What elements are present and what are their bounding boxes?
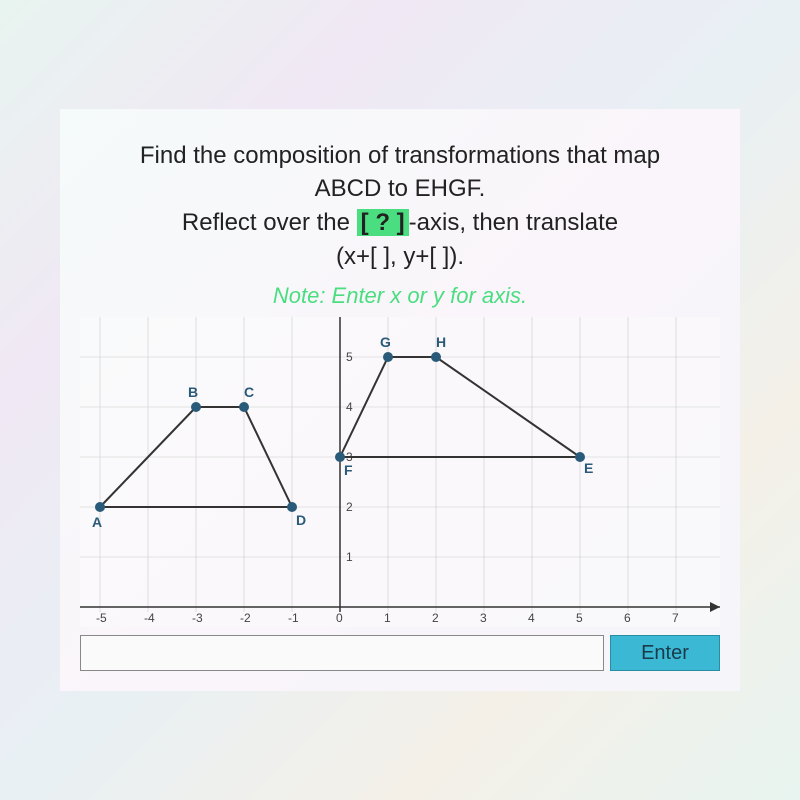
graph-svg: -5-4-3-2-10123456712345 A B C D G H F E: [80, 317, 720, 627]
label-a: A: [92, 514, 102, 530]
point-d: [287, 502, 297, 512]
svg-text:5: 5: [346, 350, 353, 364]
q-line4: (x+[ ], y+[ ]).: [336, 243, 464, 270]
svg-text:1: 1: [384, 611, 391, 625]
x-axis-arrow: [710, 602, 720, 612]
q-line3-pre: Reflect over the: [182, 209, 357, 236]
svg-text:4: 4: [346, 400, 353, 414]
svg-text:3: 3: [480, 611, 487, 625]
enter-button[interactable]: Enter: [610, 635, 720, 671]
svg-text:5: 5: [576, 611, 583, 625]
svg-text:7: 7: [672, 611, 679, 625]
svg-text:-3: -3: [192, 611, 203, 625]
svg-text:-4: -4: [144, 611, 155, 625]
label-g: G: [380, 334, 391, 350]
svg-text:1: 1: [346, 550, 353, 564]
label-b: B: [188, 384, 198, 400]
q-line3-post: -axis, then translate: [409, 209, 618, 236]
label-f: F: [344, 462, 353, 478]
q-line2: ABCD to EHGF.: [315, 175, 486, 202]
svg-text:2: 2: [432, 611, 439, 625]
svg-text:6: 6: [624, 611, 631, 625]
point-g: [383, 352, 393, 362]
answer-bar: Enter: [80, 635, 720, 671]
label-h: H: [436, 334, 446, 350]
svg-text:-2: -2: [240, 611, 251, 625]
point-c: [239, 402, 249, 412]
svg-text:4: 4: [528, 611, 535, 625]
svg-text:-5: -5: [96, 611, 107, 625]
label-d: D: [296, 512, 306, 528]
q-blank-axis: [ ? ]: [357, 209, 409, 236]
label-c: C: [244, 384, 254, 400]
coordinate-graph: -5-4-3-2-10123456712345 A B C D G H F E: [80, 317, 720, 627]
svg-text:2: 2: [346, 500, 353, 514]
axis-labels: -5-4-3-2-10123456712345: [96, 350, 679, 625]
point-a: [95, 502, 105, 512]
point-f: [335, 452, 345, 462]
question-text: Find the composition of transformations …: [80, 139, 720, 273]
point-h: [431, 352, 441, 362]
q-line1: Find the composition of transformations …: [140, 142, 660, 169]
note-text: Note: Enter x or y for axis.: [80, 283, 720, 309]
point-b: [191, 402, 201, 412]
svg-text:-1: -1: [288, 611, 299, 625]
problem-container: Find the composition of transformations …: [60, 109, 740, 691]
answer-input[interactable]: [80, 635, 604, 671]
svg-text:0: 0: [336, 611, 343, 625]
label-e: E: [584, 460, 593, 476]
